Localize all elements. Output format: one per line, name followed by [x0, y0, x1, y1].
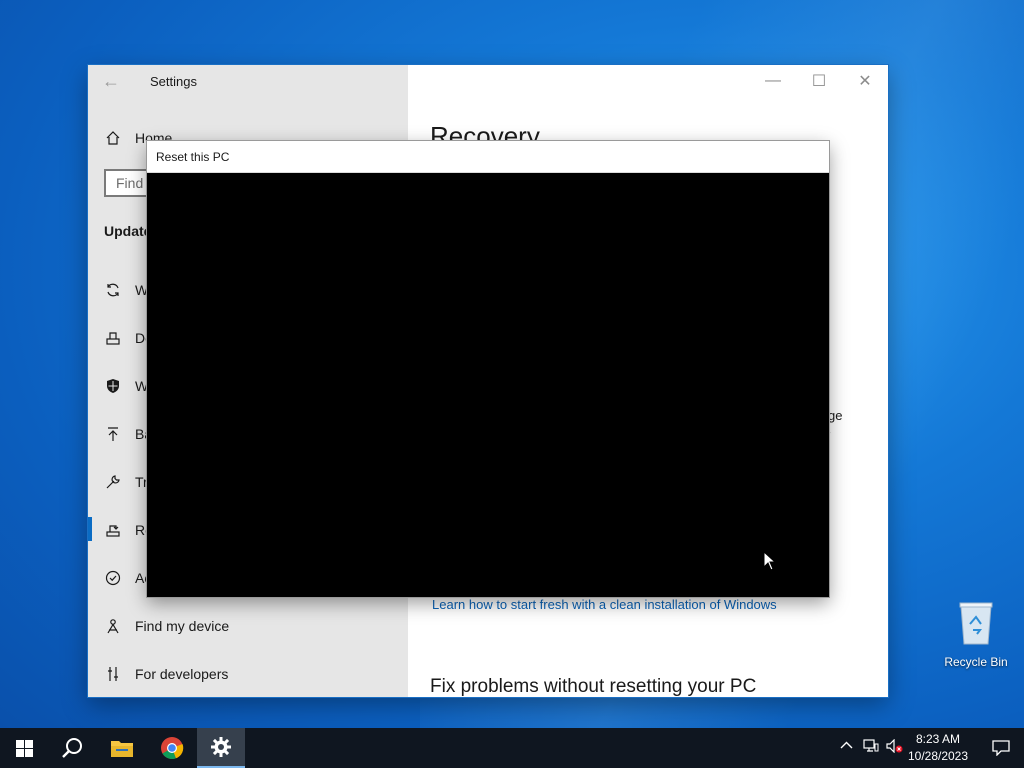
selected-indicator — [88, 517, 92, 541]
home-icon — [102, 130, 124, 146]
recovery-icon — [102, 522, 124, 538]
minimize-button[interactable]: — — [750, 65, 796, 97]
windows-logo-icon — [15, 739, 33, 757]
folder-icon — [111, 741, 133, 757]
reset-pc-dialog: Reset this PC — [147, 141, 829, 597]
mouse-cursor-icon — [763, 550, 777, 576]
backup-icon — [102, 426, 124, 442]
sidebar-item-label: Find my device — [135, 618, 230, 634]
sidebar-item-backup[interactable]: Ba — [102, 422, 152, 446]
sidebar-item-label: Tr — [135, 474, 148, 490]
chrome-icon — [161, 737, 184, 760]
recycle-bin-label: Recycle Bin — [944, 655, 1008, 669]
settings-titlebar: ← Settings — [88, 65, 408, 99]
sidebar-item-label: For developers — [135, 666, 229, 682]
windows-security-icon — [102, 378, 124, 394]
system-clock[interactable]: 8:23 AM 10/28/2023 — [904, 731, 972, 765]
section-heading: Update — [104, 223, 152, 239]
recycle-bin-icon — [959, 602, 993, 645]
troubleshoot-icon — [102, 474, 124, 490]
find-my-device-icon — [102, 618, 124, 634]
clock-time: 8:23 AM — [915, 732, 961, 746]
close-button[interactable]: ✕ — [842, 65, 888, 97]
search-button[interactable] — [48, 728, 96, 768]
network-icon[interactable] — [863, 739, 879, 756]
sidebar-item-windows-security[interactable]: W — [102, 374, 148, 398]
chevron-up-icon[interactable] — [840, 739, 853, 755]
clean-install-link[interactable]: Learn how to start fresh with a clean in… — [432, 597, 777, 612]
fix-problems-heading: Fix problems without resetting your PC — [430, 676, 757, 697]
volume-muted-icon[interactable] — [886, 738, 904, 756]
activation-icon — [102, 570, 124, 586]
sidebar-item-windows-update[interactable]: W — [102, 278, 148, 302]
sidebar-item-troubleshoot[interactable]: Tr — [102, 470, 148, 494]
sync-icon — [102, 282, 124, 298]
taskbar: 8:23 AM 10/28/2023 — [0, 728, 1024, 768]
dialog-title: Reset this PC — [156, 150, 230, 164]
settings-taskbar-button[interactable] — [197, 728, 245, 768]
sidebar-item-recovery[interactable]: Re — [102, 518, 153, 542]
start-button[interactable] — [0, 728, 48, 768]
recycle-bin[interactable]: Recycle Bin — [940, 600, 1012, 669]
delivery-optimization-icon — [102, 330, 124, 346]
chrome-button[interactable] — [148, 728, 196, 768]
search-icon — [62, 738, 82, 758]
gear-icon — [211, 737, 231, 757]
sidebar-item-delivery-optimization[interactable]: De — [102, 326, 153, 350]
sidebar-item-activation[interactable]: Ac — [102, 566, 151, 590]
file-explorer-button[interactable] — [98, 728, 146, 768]
dialog-titlebar: Reset this PC — [147, 141, 829, 173]
sidebar-item-find-my-device[interactable]: Find my device — [102, 614, 229, 638]
sidebar-item-for-developers[interactable]: For developers — [102, 662, 228, 686]
developers-icon — [102, 666, 124, 682]
action-center-button[interactable] — [978, 728, 1024, 768]
clock-date: 10/28/2023 — [907, 749, 969, 763]
background-text-fragment: ge — [828, 408, 843, 423]
back-arrow-icon[interactable]: ← — [102, 71, 122, 91]
maximize-button[interactable]: ☐ — [796, 65, 842, 97]
notification-icon — [992, 740, 1010, 756]
window-title: Settings — [150, 74, 197, 89]
